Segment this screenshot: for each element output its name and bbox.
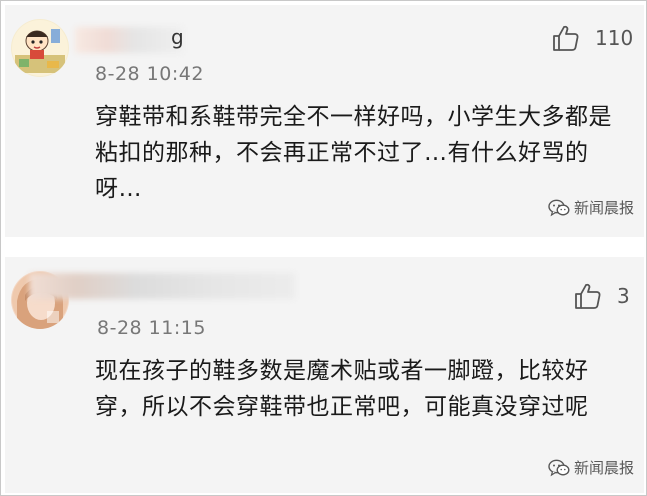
- comment-text: 穿鞋带和系鞋带完全不一样好吗，小学生大多都是粘扣的那种，不会再正常不过了…有什么…: [95, 104, 612, 202]
- comment-text: 现在孩子的鞋多数是魔术贴或者一脚蹬，比较好穿，所以不会穿鞋带也正常吧，可能真没穿…: [95, 358, 589, 420]
- comment-timestamp: 8-28 11:15: [97, 317, 206, 339]
- username-fragment[interactable]: g: [171, 25, 184, 49]
- like-button[interactable]: 110: [551, 21, 633, 55]
- thumbs-up-icon: [575, 283, 601, 309]
- thumbs-up-icon: [553, 25, 579, 51]
- watermark: 新闻晨报: [548, 457, 634, 478]
- comment-card: 8-28 11:15 3 现在孩子的鞋多数是魔术贴或者一脚蹬，比较好穿，所以不会…: [5, 257, 644, 493]
- comment-card: g 8-28 10:42 110 穿鞋带和系鞋带完全不一样好吗，小学生大多都是粘…: [5, 5, 644, 237]
- divider: [1, 237, 646, 257]
- wechat-logo-icon: [548, 459, 570, 476]
- like-count: 110: [595, 26, 634, 50]
- comment-feed: g 8-28 10:42 110 穿鞋带和系鞋带完全不一样好吗，小学生大多都是粘…: [0, 0, 647, 496]
- like-button[interactable]: 3: [573, 279, 630, 313]
- like-count: 3: [617, 284, 630, 308]
- wechat-logo-icon: [548, 199, 570, 216]
- blurred-username[interactable]: [75, 27, 183, 53]
- watermark-text: 新闻晨报: [573, 199, 634, 217]
- watermark-text: 新闻晨报: [573, 459, 634, 477]
- comment-timestamp: 8-28 10:42: [95, 63, 204, 85]
- blurred-username[interactable]: [29, 273, 295, 299]
- watermark: 新闻晨报: [548, 197, 634, 218]
- cartoon-avatar-icon[interactable]: [11, 19, 69, 77]
